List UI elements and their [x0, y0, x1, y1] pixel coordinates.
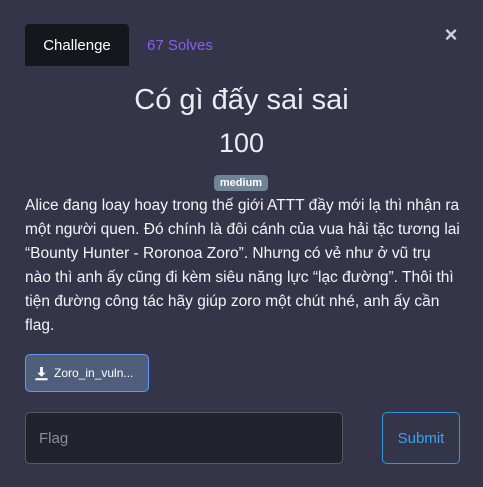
- file-name-label: Zoro_in_vuln...: [54, 366, 134, 380]
- download-icon: [35, 366, 48, 380]
- tab-solves[interactable]: 67 Solves: [129, 24, 231, 66]
- challenge-title: Có gì đấy sai sai: [134, 84, 349, 116]
- submit-button[interactable]: Submit: [382, 412, 460, 464]
- difficulty-badge: medium: [214, 175, 268, 191]
- tab-bar: Challenge 67 Solves: [25, 24, 231, 66]
- tab-challenge[interactable]: Challenge: [25, 24, 129, 66]
- challenge-description: Alice đang loay hoay trong thế giới ATTT…: [25, 197, 460, 334]
- close-icon[interactable]: ×: [442, 24, 460, 46]
- download-file-button[interactable]: Zoro_in_vuln...: [25, 354, 149, 392]
- challenge-modal: Challenge 67 Solves × Có gì đấy sai sai …: [0, 0, 483, 487]
- challenge-points: 100: [218, 128, 265, 158]
- flag-input[interactable]: [25, 412, 343, 464]
